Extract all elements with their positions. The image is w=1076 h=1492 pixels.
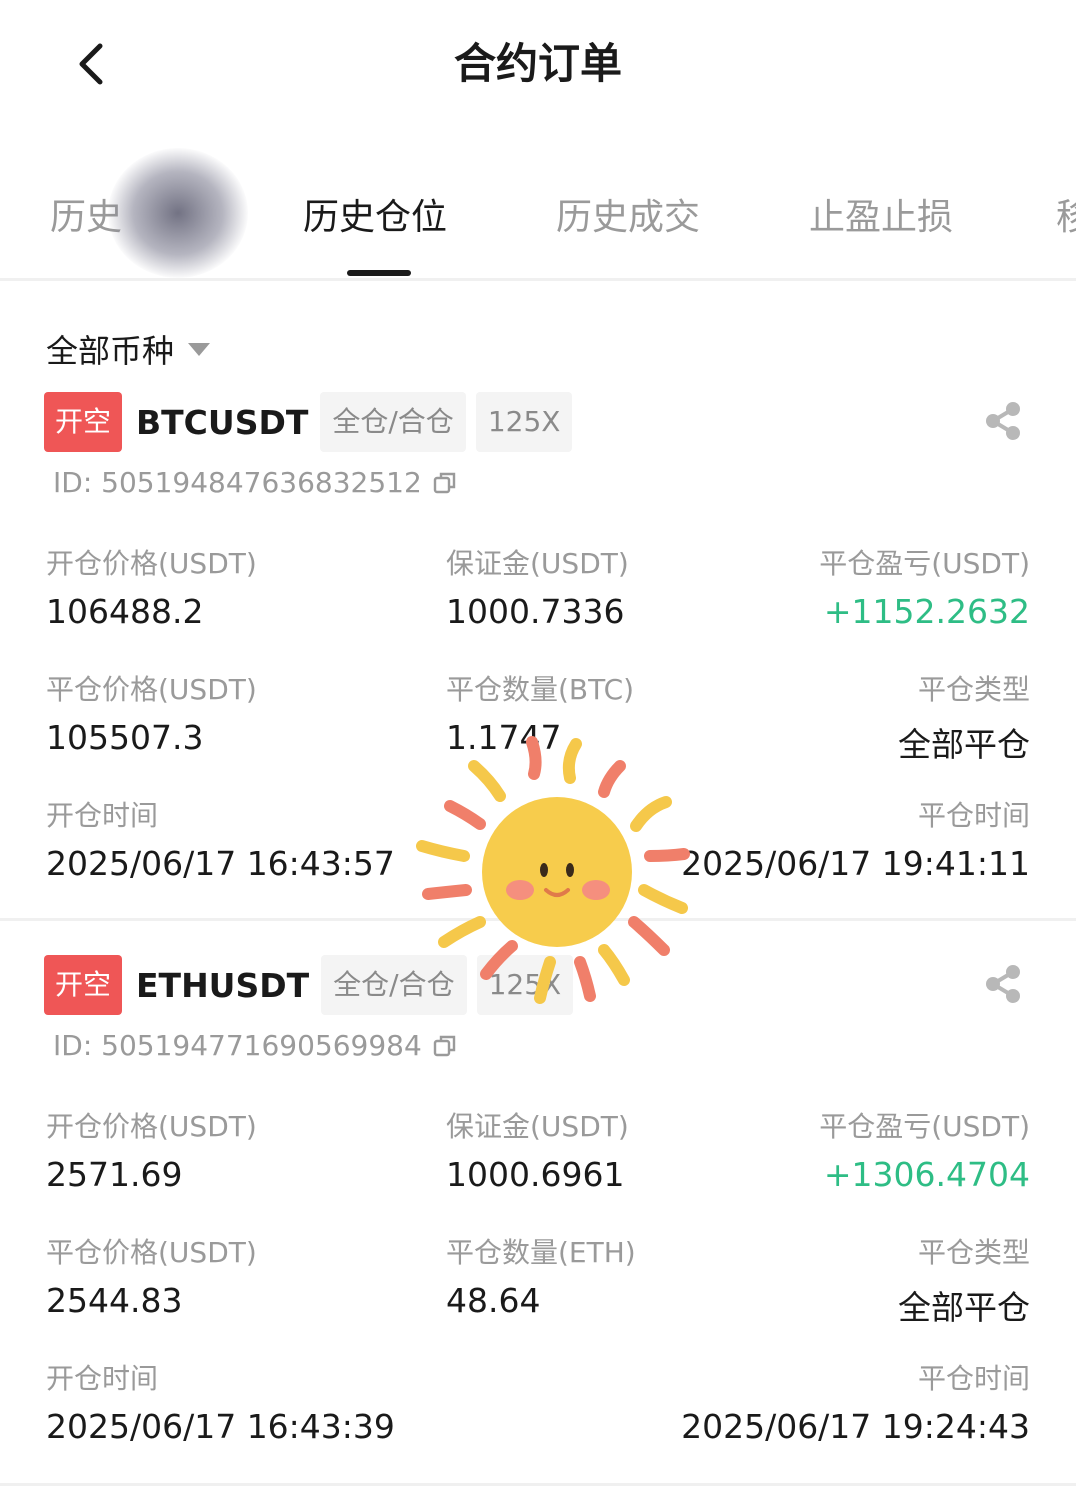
order-id-text: ID: 505194847636832512 (53, 466, 422, 499)
margin-mode-tag: 全仓/合仓 (320, 392, 466, 452)
order-id-text: ID: 505194771690569984 (53, 1029, 422, 1062)
close-type-label: 平仓类型 (917, 673, 1030, 706)
sun-sticker (416, 736, 690, 1004)
close-type-field: 平仓类型 全部平仓 (898, 1231, 1030, 1329)
open-price-value: 106488.2 (46, 592, 204, 631)
order-id: ID: 505194771690569984 (53, 1029, 458, 1062)
pnl-field: 平仓盈亏(USDT) +1306.4704 (819, 1105, 1030, 1194)
open-price-label: 开仓价格(USDT) (46, 547, 257, 580)
coin-filter-dropdown[interactable]: 全部币种 (46, 326, 211, 372)
close-time-label: 平仓时间 (917, 799, 1030, 832)
close-time-value: 2025/06/17 19:41:11 (681, 844, 1030, 883)
side-badge: 开空 (44, 392, 123, 452)
close-type-label: 平仓类型 (917, 1236, 1030, 1269)
pnl-label: 平仓盈亏(USDT) (819, 547, 1030, 580)
margin-value: 1000.6961 (446, 1155, 625, 1194)
order-card: 开空 ETHUSDT 全仓/合仓 125X ID: 50519477169056… (0, 953, 1076, 1486)
close-qty-label: 平仓数量(ETH) (446, 1236, 636, 1269)
redaction-scribble (108, 148, 248, 278)
symbol-label: BTCUSDT (136, 402, 309, 442)
open-price-field: 开仓价格(USDT) 106488.2 (46, 542, 257, 631)
close-qty-label: 平仓数量(BTC) (446, 673, 635, 706)
coin-filter-label: 全部币种 (46, 332, 175, 370)
tab-tp-sl[interactable]: 止盈止损 (809, 188, 953, 240)
order-header: 开空 BTCUSDT 全仓/合仓 125X (44, 392, 582, 452)
close-time-field: 平仓时间 2025/06/17 19:24:43 (681, 1357, 1030, 1446)
open-price-field: 开仓价格(USDT) 2571.69 (46, 1105, 257, 1194)
open-time-value: 2025/06/17 16:43:39 (46, 1407, 395, 1446)
close-price-value: 2544.83 (46, 1281, 183, 1320)
close-price-field: 平仓价格(USDT) 105507.3 (46, 668, 257, 757)
close-type-value: 全部平仓 (898, 1288, 1030, 1327)
open-price-value: 2571.69 (46, 1155, 183, 1194)
close-price-label: 平仓价格(USDT) (46, 673, 257, 706)
pnl-field: 平仓盈亏(USDT) +1152.2632 (819, 542, 1030, 631)
tab-position-history[interactable]: 历史仓位 (303, 188, 447, 240)
margin-field: 保证金(USDT) 1000.7336 (446, 542, 629, 631)
close-qty-value: 48.64 (446, 1281, 541, 1320)
leverage-tag: 125X (475, 392, 573, 452)
open-price-label: 开仓价格(USDT) (46, 1110, 257, 1143)
open-time-field: 开仓时间 2025/06/17 16:43:39 (46, 1357, 395, 1446)
pnl-value: +1306.4704 (823, 1155, 1030, 1194)
share-icon[interactable] (982, 400, 1024, 442)
margin-label: 保证金(USDT) (446, 1110, 629, 1143)
open-time-label: 开仓时间 (46, 1362, 159, 1395)
close-type-value: 全部平仓 (898, 725, 1030, 764)
margin-label: 保证金(USDT) (446, 547, 629, 580)
copy-icon[interactable] (432, 470, 458, 496)
share-icon[interactable] (982, 963, 1024, 1005)
close-time-label: 平仓时间 (917, 1362, 1030, 1395)
margin-value: 1000.7336 (446, 592, 625, 631)
side-badge: 开空 (44, 955, 123, 1015)
close-price-value: 105507.3 (46, 718, 204, 757)
pnl-value: +1152.2632 (823, 592, 1030, 631)
open-time-value: 2025/06/17 16:43:57 (46, 844, 395, 883)
copy-icon[interactable] (432, 1033, 458, 1059)
top-bar: 合约订单 (0, 0, 1076, 120)
active-tab-indicator (347, 270, 411, 276)
open-time-field: 开仓时间 2025/06/17 16:43:57 (46, 794, 395, 883)
close-price-field: 平仓价格(USDT) 2544.83 (46, 1231, 257, 1320)
close-time-value: 2025/06/17 19:24:43 (681, 1407, 1030, 1446)
pnl-label: 平仓盈亏(USDT) (819, 1110, 1030, 1143)
page-title: 合约订单 (453, 39, 622, 88)
margin-field: 保证金(USDT) 1000.6961 (446, 1105, 629, 1194)
order-id: ID: 505194847636832512 (53, 466, 458, 499)
symbol-label: ETHUSDT (136, 965, 310, 1005)
close-price-label: 平仓价格(USDT) (46, 1236, 257, 1269)
close-time-field: 平仓时间 2025/06/17 19:41:11 (681, 794, 1030, 883)
close-qty-field: 平仓数量(ETH) 48.64 (446, 1231, 636, 1320)
caret-down-icon (188, 342, 211, 356)
tab-trade-history[interactable]: 历史成交 (556, 188, 700, 240)
tab-more[interactable]: 移 (1056, 188, 1076, 240)
open-time-label: 开仓时间 (46, 799, 159, 832)
close-type-field: 平仓类型 全部平仓 (898, 668, 1030, 766)
